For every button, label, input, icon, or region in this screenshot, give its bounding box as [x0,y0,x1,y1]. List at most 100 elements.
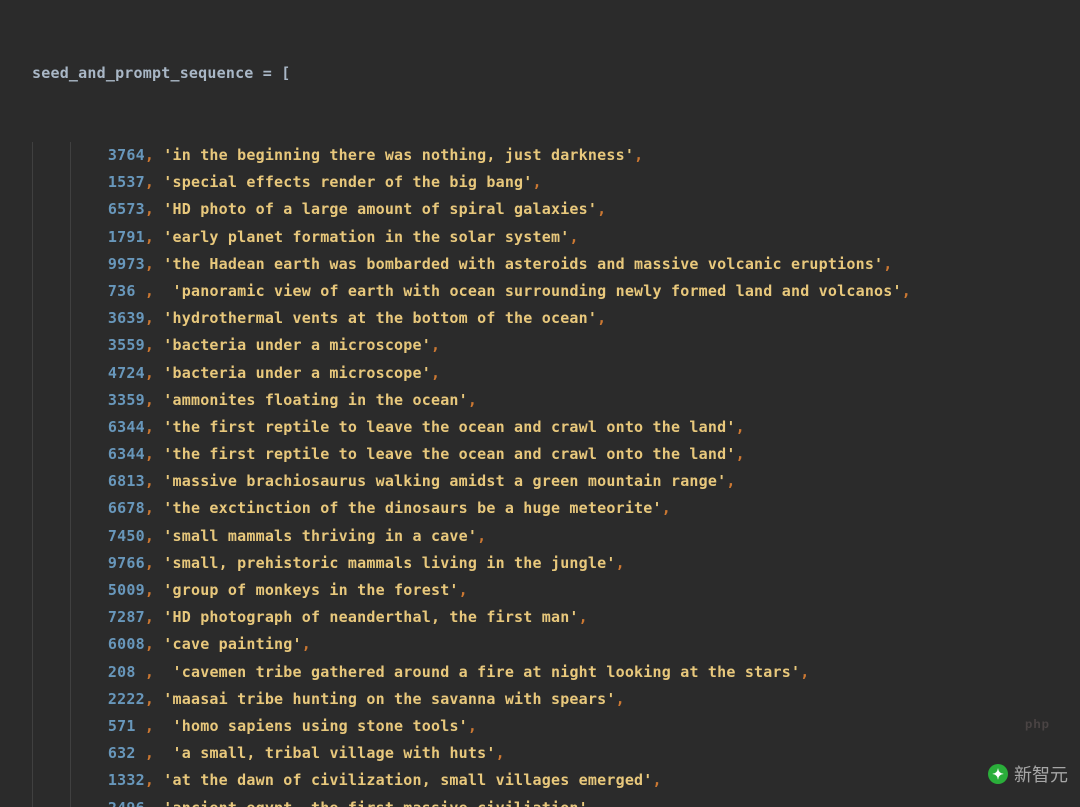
code-editor[interactable]: seed_and_prompt_sequence = [ 3764, 'in t… [0,0,1080,807]
comma: , [616,690,625,708]
prompt-string: 'cave painting' [163,635,301,653]
seed-number: 5009 [108,581,145,599]
prompt-string: 'in the beginning there was nothing, jus… [163,146,634,164]
seed-number: 3559 [108,336,145,354]
prompt-string: 'HD photo of a large amount of spiral ga… [163,200,597,218]
comma: , [145,717,154,735]
seed-number: 6344 [108,418,145,436]
code-line: 3359, 'ammonites floating in the ocean', [0,387,1080,414]
prompt-string: 'panoramic view of earth with ocean surr… [173,282,902,300]
comma: , [459,581,468,599]
code-line: 1332, 'at the dawn of civilization, smal… [0,767,1080,794]
seed-number: 7450 [108,527,145,545]
seed-number: 6813 [108,472,145,490]
comma: , [883,255,892,273]
comma: , [569,228,578,246]
prompt-string: 'the first reptile to leave the ocean an… [163,418,735,436]
comma: , [145,554,154,572]
seed-number: 9766 [108,554,145,572]
prompt-string: 'bacteria under a microscope' [163,364,431,382]
seed-number: 6008 [108,635,145,653]
comma: , [736,418,745,436]
comma: , [726,472,735,490]
prompt-string: 'hydrothermal vents at the bottom of the… [163,309,597,327]
comma: , [145,690,154,708]
comma: , [145,608,154,626]
prompt-string: 'small, prehistoric mammals living in th… [163,554,615,572]
comma: , [145,799,154,807]
comma: , [145,581,154,599]
comma: , [477,527,486,545]
comma: , [533,173,542,191]
code-line: 7287, 'HD photograph of neanderthal, the… [0,604,1080,631]
prompt-string: 'at the dawn of civilization, small vill… [163,771,652,789]
comma: , [145,146,154,164]
variable-name: seed_and_prompt_sequence [32,64,254,82]
comma: , [662,499,671,517]
code-line: 3639, 'hydrothermal vents at the bottom … [0,305,1080,332]
seed-number: 6344 [108,445,145,463]
prompt-string: 'the exctinction of the dinosaurs be a h… [163,499,661,517]
comma: , [145,200,154,218]
code-line: 6678, 'the exctinction of the dinosaurs … [0,495,1080,522]
prompt-string: 'ancient egypt, the first massive civili… [163,799,588,807]
prompt-string: 'cavemen tribe gathered around a fire at… [173,663,801,681]
comma: , [145,364,154,382]
seed-number: 632 [108,744,145,762]
seed-number: 1791 [108,228,145,246]
comma: , [145,391,154,409]
prompt-string: 'the Hadean earth was bombarded with ast… [163,255,883,273]
seed-number: 3764 [108,146,145,164]
comma: , [653,771,662,789]
seed-number: 6678 [108,499,145,517]
prompt-string: 'massive brachiosaurus walking amidst a … [163,472,726,490]
comma: , [902,282,911,300]
seed-number: 736 [108,282,145,300]
prompt-string: 'early planet formation in the solar sys… [163,228,569,246]
comma: , [597,309,606,327]
prompt-string: 'group of monkeys in the forest' [163,581,458,599]
code-line: 9973, 'the Hadean earth was bombarded wi… [0,251,1080,278]
seed-number: 2496 [108,799,145,807]
seed-number: 7287 [108,608,145,626]
code-line: 571 , 'homo sapiens using stone tools', [0,713,1080,740]
code-line: 2496, 'ancient egypt, the first massive … [0,795,1080,807]
comma: , [431,364,440,382]
comma: , [302,635,311,653]
comma: , [468,717,477,735]
comma: , [616,554,625,572]
seed-number: 3359 [108,391,145,409]
comma: , [145,173,154,191]
code-line: 6344, 'the first reptile to leave the oc… [0,441,1080,468]
code-line: 736 , 'panoramic view of earth with ocea… [0,278,1080,305]
code-line: 7450, 'small mammals thriving in a cave'… [0,523,1080,550]
comma: , [800,663,809,681]
code-line: 208 , 'cavemen tribe gathered around a f… [0,659,1080,686]
seed-number: 1332 [108,771,145,789]
comma: , [496,744,505,762]
seed-number: 3639 [108,309,145,327]
seed-number: 6573 [108,200,145,218]
comma: , [145,445,154,463]
code-line: 6573, 'HD photo of a large amount of spi… [0,196,1080,223]
code-line: 5009, 'group of monkeys in the forest', [0,577,1080,604]
seed-number: 571 [108,717,145,735]
comma: , [597,200,606,218]
prompt-string: 'special effects render of the big bang' [163,173,532,191]
comma: , [145,744,154,762]
code-line-header: seed_and_prompt_sequence = [ [0,60,1080,87]
comma: , [145,282,154,300]
prompt-string: 'a small, tribal village with huts' [173,744,496,762]
seed-number: 2222 [108,690,145,708]
comma: , [634,146,643,164]
comma: , [145,336,154,354]
code-line: 1537, 'special effects render of the big… [0,169,1080,196]
seed-number: 4724 [108,364,145,382]
comma: , [736,445,745,463]
code-line: 6813, 'massive brachiosaurus walking ami… [0,468,1080,495]
prompt-string: 'HD photograph of neanderthal, the first… [163,608,578,626]
seed-number: 1537 [108,173,145,191]
prompt-string: 'homo sapiens using stone tools' [173,717,468,735]
seed-number: 208 [108,663,145,681]
prompt-string: 'the first reptile to leave the ocean an… [163,445,735,463]
